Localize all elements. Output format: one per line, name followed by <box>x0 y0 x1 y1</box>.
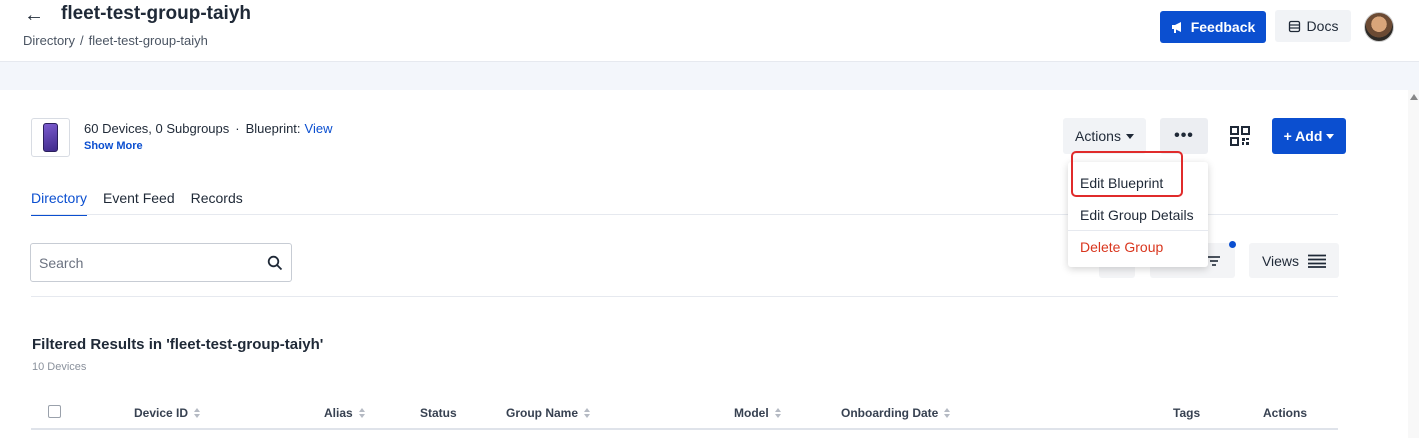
tab-directory[interactable]: Directory <box>31 190 88 216</box>
views-label: Views <box>1261 252 1300 269</box>
actions-label: Actions <box>1075 128 1121 144</box>
scroll-up-icon[interactable] <box>1410 94 1418 100</box>
sort-icon <box>194 408 201 418</box>
back-arrow-icon[interactable]: ← <box>24 4 44 27</box>
column-label: Model <box>734 406 769 420</box>
column-onboarding-date[interactable]: Onboarding Date <box>841 406 951 420</box>
more-button[interactable]: ••• <box>1160 118 1208 154</box>
column-label: Onboarding Date <box>841 406 939 420</box>
tab-records[interactable]: Records <box>191 190 243 216</box>
views-button[interactable]: Views <box>1249 243 1339 278</box>
page-title: fleet-test-group-taiyh <box>61 3 251 24</box>
sort-icon <box>358 408 365 418</box>
select-all-checkbox[interactable] <box>48 405 61 418</box>
tab-bar: Directory Event Feed Records <box>31 190 243 216</box>
column-model[interactable]: Model <box>734 406 781 420</box>
search-field[interactable] <box>30 243 292 282</box>
sort-icon <box>774 408 781 418</box>
caret-down-icon <box>1326 133 1335 139</box>
device-thumbnail <box>31 118 70 157</box>
feedback-label: Feedback <box>1190 19 1256 35</box>
docs-button[interactable]: Docs <box>1275 10 1351 42</box>
menu-divider <box>1068 230 1208 231</box>
active-filter-dot <box>1229 241 1236 248</box>
actions-button[interactable]: Actions <box>1063 118 1146 154</box>
scrollbar[interactable] <box>1408 90 1419 438</box>
column-actions: Actions <box>1263 406 1307 420</box>
docs-label: Docs <box>1306 18 1339 34</box>
qr-code-button[interactable] <box>1222 118 1258 154</box>
caret-down-icon <box>1125 133 1134 139</box>
list-icon <box>1308 254 1327 268</box>
docs-icon <box>1288 20 1300 32</box>
menu-item-delete-group[interactable]: Delete Group <box>1080 239 1163 255</box>
filter-divider <box>31 296 1338 297</box>
column-tags: Tags <box>1173 406 1200 420</box>
results-title: Filtered Results in 'fleet-test-group-ta… <box>32 336 324 353</box>
actions-menu: Edit Blueprint Edit Group Details Delete… <box>1068 162 1208 267</box>
column-label: Tags <box>1173 406 1201 420</box>
avatar[interactable] <box>1364 12 1394 42</box>
column-status: Status <box>420 406 457 420</box>
column-label: Actions <box>1263 406 1308 420</box>
column-device-id[interactable]: Device ID <box>134 406 201 420</box>
column-label: Device ID <box>134 406 189 420</box>
results-count: 10 Devices <box>32 361 87 373</box>
column-label: Alias <box>324 406 353 420</box>
phone-icon <box>43 123 58 152</box>
table-header: Device ID Alias Status Group Name Model … <box>31 398 1338 430</box>
add-label: + Add <box>1283 128 1323 144</box>
column-group-name[interactable]: Group Name <box>506 406 591 420</box>
column-alias[interactable]: Alias <box>324 406 365 420</box>
breadcrumb: Directory / fleet-test-group-taiyh <box>23 33 208 48</box>
breadcrumb-directory[interactable]: Directory <box>23 33 75 48</box>
sort-lines-icon <box>1208 255 1220 266</box>
page-header: ← fleet-test-group-taiyh Directory / fleet… <box>0 0 1419 62</box>
search-input[interactable] <box>39 254 267 271</box>
column-label: Group Name <box>506 406 579 420</box>
device-count: 60 Devices, 0 Subgroups <box>84 121 230 136</box>
breadcrumb-separator: / <box>80 33 84 48</box>
sort-icon <box>584 408 591 418</box>
tab-event-feed[interactable]: Event Feed <box>103 190 175 216</box>
show-more-link[interactable]: Show More <box>84 140 143 152</box>
sort-icon <box>944 408 951 418</box>
breadcrumb-current: fleet-test-group-taiyh <box>88 33 208 48</box>
menu-item-edit-blueprint[interactable]: Edit Blueprint <box>1080 175 1163 191</box>
summary-separator: · <box>235 121 240 136</box>
feedback-button[interactable]: Feedback <box>1160 11 1266 43</box>
megaphone-icon <box>1171 22 1181 33</box>
qr-code-icon <box>1230 126 1250 146</box>
group-summary: 60 Devices, 0 Subgroups · Blueprint: View <box>84 121 332 136</box>
search-icon <box>267 255 283 270</box>
menu-item-edit-group-details[interactable]: Edit Group Details <box>1080 207 1194 223</box>
add-button[interactable]: + Add <box>1272 118 1346 154</box>
blueprint-view-link[interactable]: View <box>305 121 333 136</box>
column-label: Status <box>420 406 457 420</box>
blueprint-label: Blueprint: <box>245 121 301 136</box>
